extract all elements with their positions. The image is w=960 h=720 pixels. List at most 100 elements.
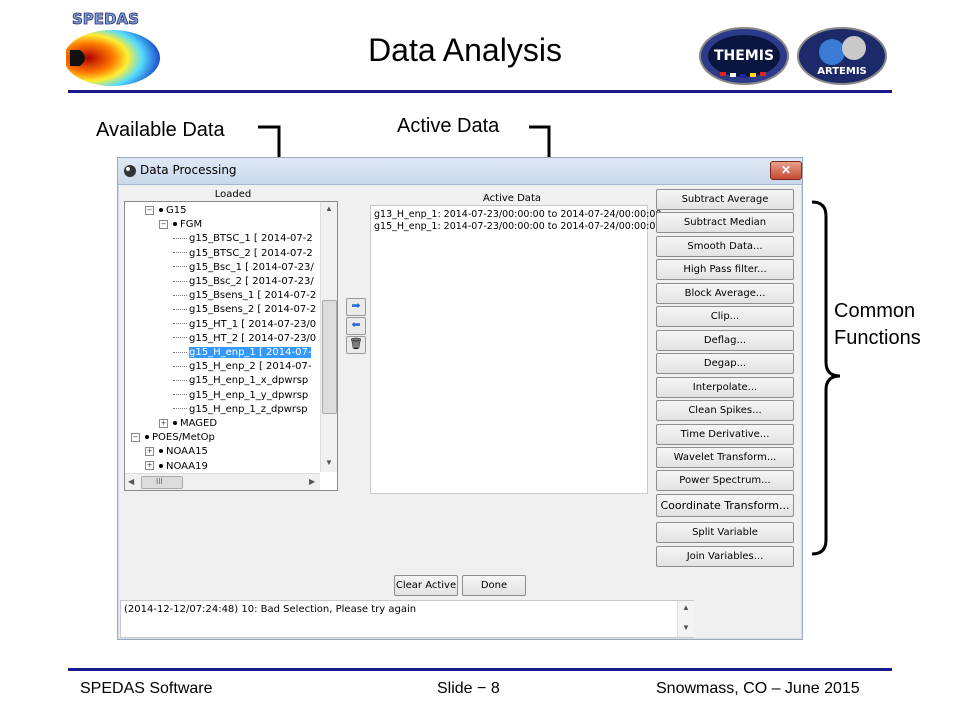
power-spectrum-button[interactable]: Power Spectrum... (656, 470, 794, 491)
data-processing-window: Data Processing ✕ Loaded Data −G15−FGMg1… (117, 157, 803, 640)
tree-item-label: g15_Bsc_2 [ 2014-07-23/ (189, 276, 314, 287)
tree-connector (173, 266, 187, 268)
wavelet-transform-button[interactable]: Wavelet Transform... (656, 447, 794, 468)
deflag-button[interactable]: Deflag... (656, 330, 794, 351)
window-titlebar: Data Processing ✕ (118, 158, 802, 185)
tree-node-icon (159, 463, 163, 468)
smooth-data-button[interactable]: Smooth Data... (656, 236, 794, 257)
close-button[interactable]: ✕ (770, 161, 802, 180)
status-scroll-down-icon[interactable]: ▼ (682, 623, 690, 632)
tree-connector (173, 237, 187, 239)
tree-item-label: g15_H_enp_1_y_dpwrsp (189, 389, 309, 401)
tree-item-label: g15_HT_2 [ 2014-07-23/0 (189, 332, 317, 344)
expand-icon[interactable]: + (145, 446, 154, 456)
clear-active-button[interactable]: Clear Active (394, 575, 458, 596)
status-scroll-up-icon[interactable]: ▲ (682, 603, 690, 612)
subtract-average-button[interactable]: Subtract Average (656, 189, 794, 210)
collapse-icon[interactable]: − (131, 432, 140, 442)
window-title: Data Processing (140, 163, 237, 177)
tree-item[interactable]: + NOAA15 (145, 445, 208, 459)
time-derivative-button[interactable]: Time Derivative... (656, 424, 794, 445)
tree-item-label: NOAA19 (166, 460, 208, 472)
tree-connector (173, 365, 187, 367)
tree-item[interactable]: g15_HT_2 [ 2014-07-23/0 (173, 332, 316, 346)
tree-hscroll-thumb[interactable]: III (141, 476, 183, 489)
tree-connector (173, 351, 187, 353)
scroll-down-icon[interactable]: ▼ (325, 458, 333, 467)
tree-item[interactable]: g15_Bsens_2 [ 2014-07-2 (173, 303, 316, 317)
tree-connector (173, 323, 187, 325)
footer-left: SPEDAS Software (80, 680, 213, 697)
tree-connector (173, 394, 187, 396)
functions-brace (811, 200, 841, 556)
tree-item[interactable]: g15_H_enp_2 [ 2014-07- (173, 360, 311, 374)
tree-node-icon (145, 435, 149, 440)
remove-from-active-button[interactable]: ⬅ (346, 317, 366, 335)
tree-item-label: FGM (180, 219, 203, 231)
tree-item-label: g15_Bsc_1 [ 2014-07-23/ (189, 261, 314, 273)
footer-divider (68, 668, 892, 671)
tree-item[interactable]: − FGM (159, 218, 202, 232)
status-bar: (2014-12-12/07:24:48) 10: Bad Selection,… (120, 600, 694, 638)
tree-item[interactable]: g15_BTSC_1 [ 2014-07-2 (173, 232, 313, 246)
split-variable-button[interactable]: Split Variable (656, 522, 794, 543)
done-button[interactable]: Done (462, 575, 526, 596)
tree-item[interactable]: − POES/MetOp (131, 431, 215, 445)
high-pass-filter-button[interactable]: High Pass filter... (656, 259, 794, 280)
scroll-left-icon[interactable]: ◀ (128, 477, 134, 486)
active-data-label: Active Data (483, 193, 541, 204)
tree-connector (173, 252, 187, 254)
tree-item[interactable]: + MAGED (159, 417, 217, 431)
tree-item-label: g15_HT_1 [ 2014-07-23/0 (189, 318, 317, 330)
tree-connector (173, 337, 187, 339)
tree-item[interactable]: − G15 (145, 204, 186, 218)
add-to-active-button[interactable]: ➡ (346, 298, 366, 316)
collapse-icon[interactable]: − (159, 219, 168, 229)
tree-connector (173, 280, 187, 282)
tree-item[interactable]: g15_H_enp_1_x_dpwrsp (173, 374, 308, 388)
tree-item-label: g15_Bsens_1 [ 2014-07-2 (189, 290, 317, 302)
tree-item[interactable]: g15_Bsc_2 [ 2014-07-23/ (173, 275, 314, 289)
tree-vscroll-thumb[interactable] (322, 300, 337, 414)
tree-item[interactable]: g15_BTSC_2 [ 2014-07-2 (173, 247, 313, 261)
collapse-icon[interactable]: − (145, 205, 154, 215)
list-item[interactable]: g15_H_enp_1: 2014-07-23/00:00:00 to 2014… (374, 221, 661, 232)
tree-item-label: POES/MetOp (152, 432, 215, 444)
status-scrollbar[interactable]: ▲ ▼ (677, 601, 694, 637)
tree-vertical-scrollbar[interactable]: ▲ ▼ (320, 202, 337, 472)
clip-button[interactable]: Clip... (656, 306, 794, 327)
tree-item[interactable]: g15_H_enp_1_z_dpwrsp (173, 403, 308, 417)
tree-connector (173, 294, 187, 296)
tree-item[interactable]: g15_H_enp_1_y_dpwrsp (173, 389, 308, 403)
tree-node-icon (173, 222, 177, 227)
subtract-median-button[interactable]: Subtract Median (656, 212, 794, 233)
scroll-up-icon[interactable]: ▲ (325, 204, 333, 213)
list-item[interactable]: g13_H_enp_1: 2014-07-23/00:00:00 to 2014… (374, 209, 661, 220)
coordinate-transform-button[interactable]: Coordinate Transform... (656, 494, 794, 517)
tree-item[interactable]: g15_HT_1 [ 2014-07-23/0 (173, 318, 316, 332)
tree-item-label: g15_H_enp_1 [ 2014-07- (189, 347, 312, 358)
tree-node-icon (173, 421, 177, 425)
tree-node-icon (159, 449, 163, 454)
footer-slide-number: Slide − 8 (437, 680, 500, 697)
expand-icon[interactable]: + (145, 461, 154, 471)
scroll-right-icon[interactable]: ▶ (309, 477, 315, 486)
footer-right: Snowmass, CO – June 2015 (656, 680, 860, 697)
join-variables-button[interactable]: Join Variables... (656, 546, 794, 567)
tree-item[interactable]: g15_H_enp_1 [ 2014-07- (173, 346, 312, 360)
tree-item-label: NOAA15 (166, 446, 208, 458)
tree-item[interactable]: + NOAA19 (145, 460, 208, 474)
tree-item[interactable]: g15_Bsens_1 [ 2014-07-2 (173, 289, 316, 303)
loaded-data-tree[interactable]: − G15 − FGM g15_BTSC_1 [ 2014-07-2 g15_BTSC_2… (124, 201, 338, 491)
clean-spikes-button[interactable]: Clean Spikes... (656, 400, 794, 421)
trash-icon[interactable]: 🗑 (346, 336, 366, 354)
interpolate-button[interactable]: Interpolate... (656, 377, 794, 398)
tree-connector (173, 308, 187, 310)
tree-horizontal-scrollbar[interactable]: ◀ III ▶ (125, 473, 320, 490)
tree-item[interactable]: g15_Bsc_1 [ 2014-07-23/ (173, 261, 314, 275)
degap-button[interactable]: Degap... (656, 353, 794, 374)
idl-app-icon (122, 163, 138, 179)
active-data-list[interactable]: g13_H_enp_1: 2014-07-23/00:00:00 to 2014… (370, 205, 661, 494)
block-average-button[interactable]: Block Average... (656, 283, 794, 304)
expand-icon[interactable]: + (159, 418, 168, 428)
